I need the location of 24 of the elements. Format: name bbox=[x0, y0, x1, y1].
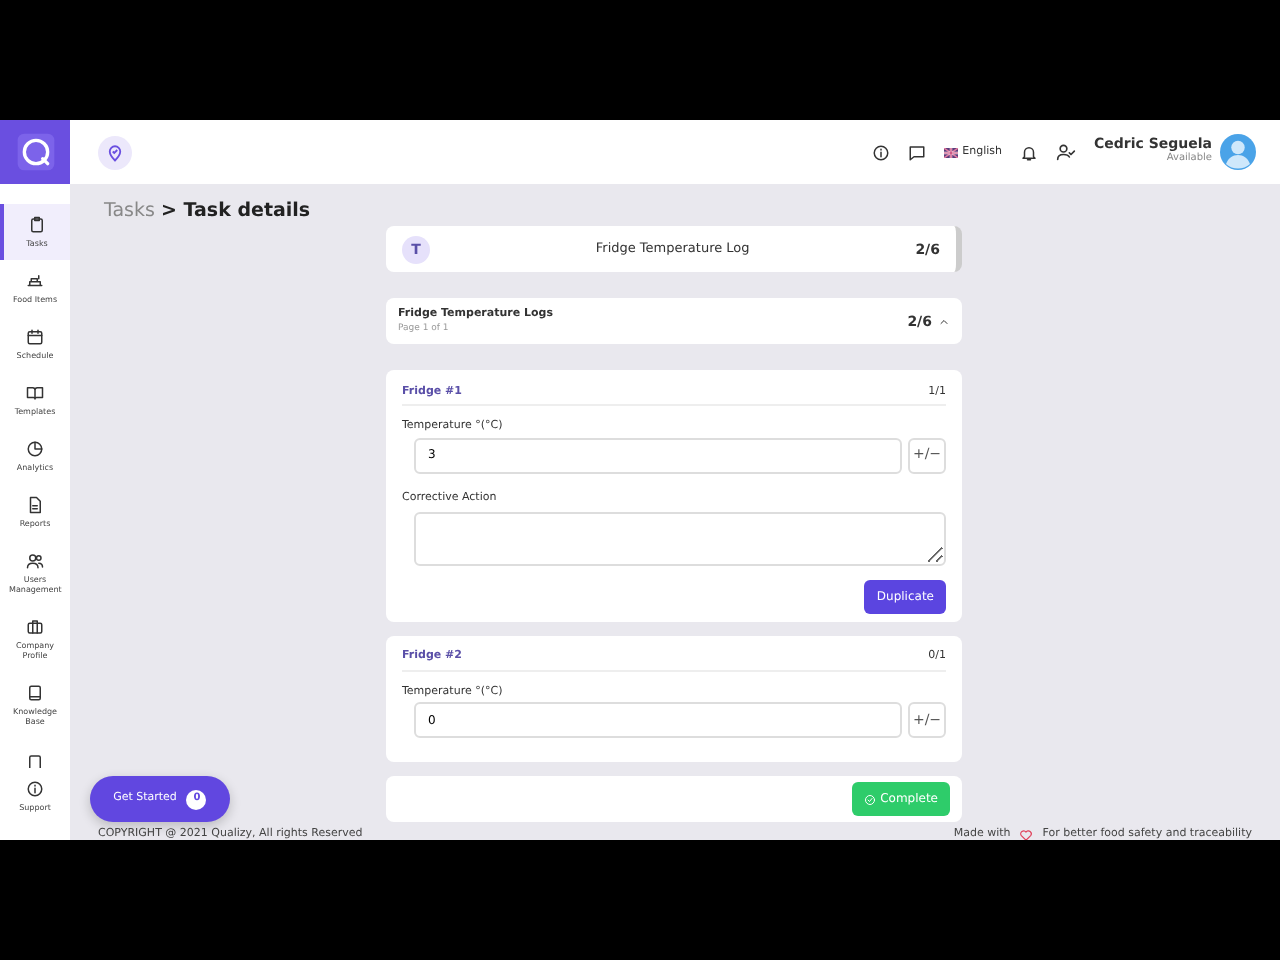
corrective-action-field[interactable] bbox=[414, 511, 946, 566]
user-check-icon[interactable] bbox=[1056, 142, 1076, 162]
book-icon bbox=[26, 384, 44, 402]
pie-chart-icon bbox=[26, 440, 44, 458]
chat-icon[interactable] bbox=[908, 143, 927, 161]
info-icon bbox=[26, 780, 44, 798]
document-icon bbox=[26, 496, 44, 514]
clipboard-icon bbox=[28, 216, 46, 234]
info-icon[interactable] bbox=[872, 143, 891, 161]
calendar-icon bbox=[26, 328, 44, 346]
chevron-icon bbox=[938, 315, 950, 328]
breadcrumb-current: > Task details bbox=[160, 200, 311, 222]
avatar[interactable] bbox=[1220, 134, 1256, 170]
cut-off-icon bbox=[26, 750, 44, 768]
heart-icon bbox=[1018, 827, 1035, 840]
briefcase-icon bbox=[26, 618, 44, 636]
flag-icon bbox=[944, 147, 959, 157]
bell-icon[interactable] bbox=[1020, 143, 1038, 161]
dishes-icon bbox=[26, 272, 44, 290]
notebook-icon bbox=[26, 684, 44, 702]
check-circle-icon bbox=[864, 793, 877, 805]
users-icon bbox=[26, 552, 44, 570]
location-pin-icon[interactable] bbox=[98, 135, 132, 169]
logo-icon bbox=[15, 132, 55, 172]
